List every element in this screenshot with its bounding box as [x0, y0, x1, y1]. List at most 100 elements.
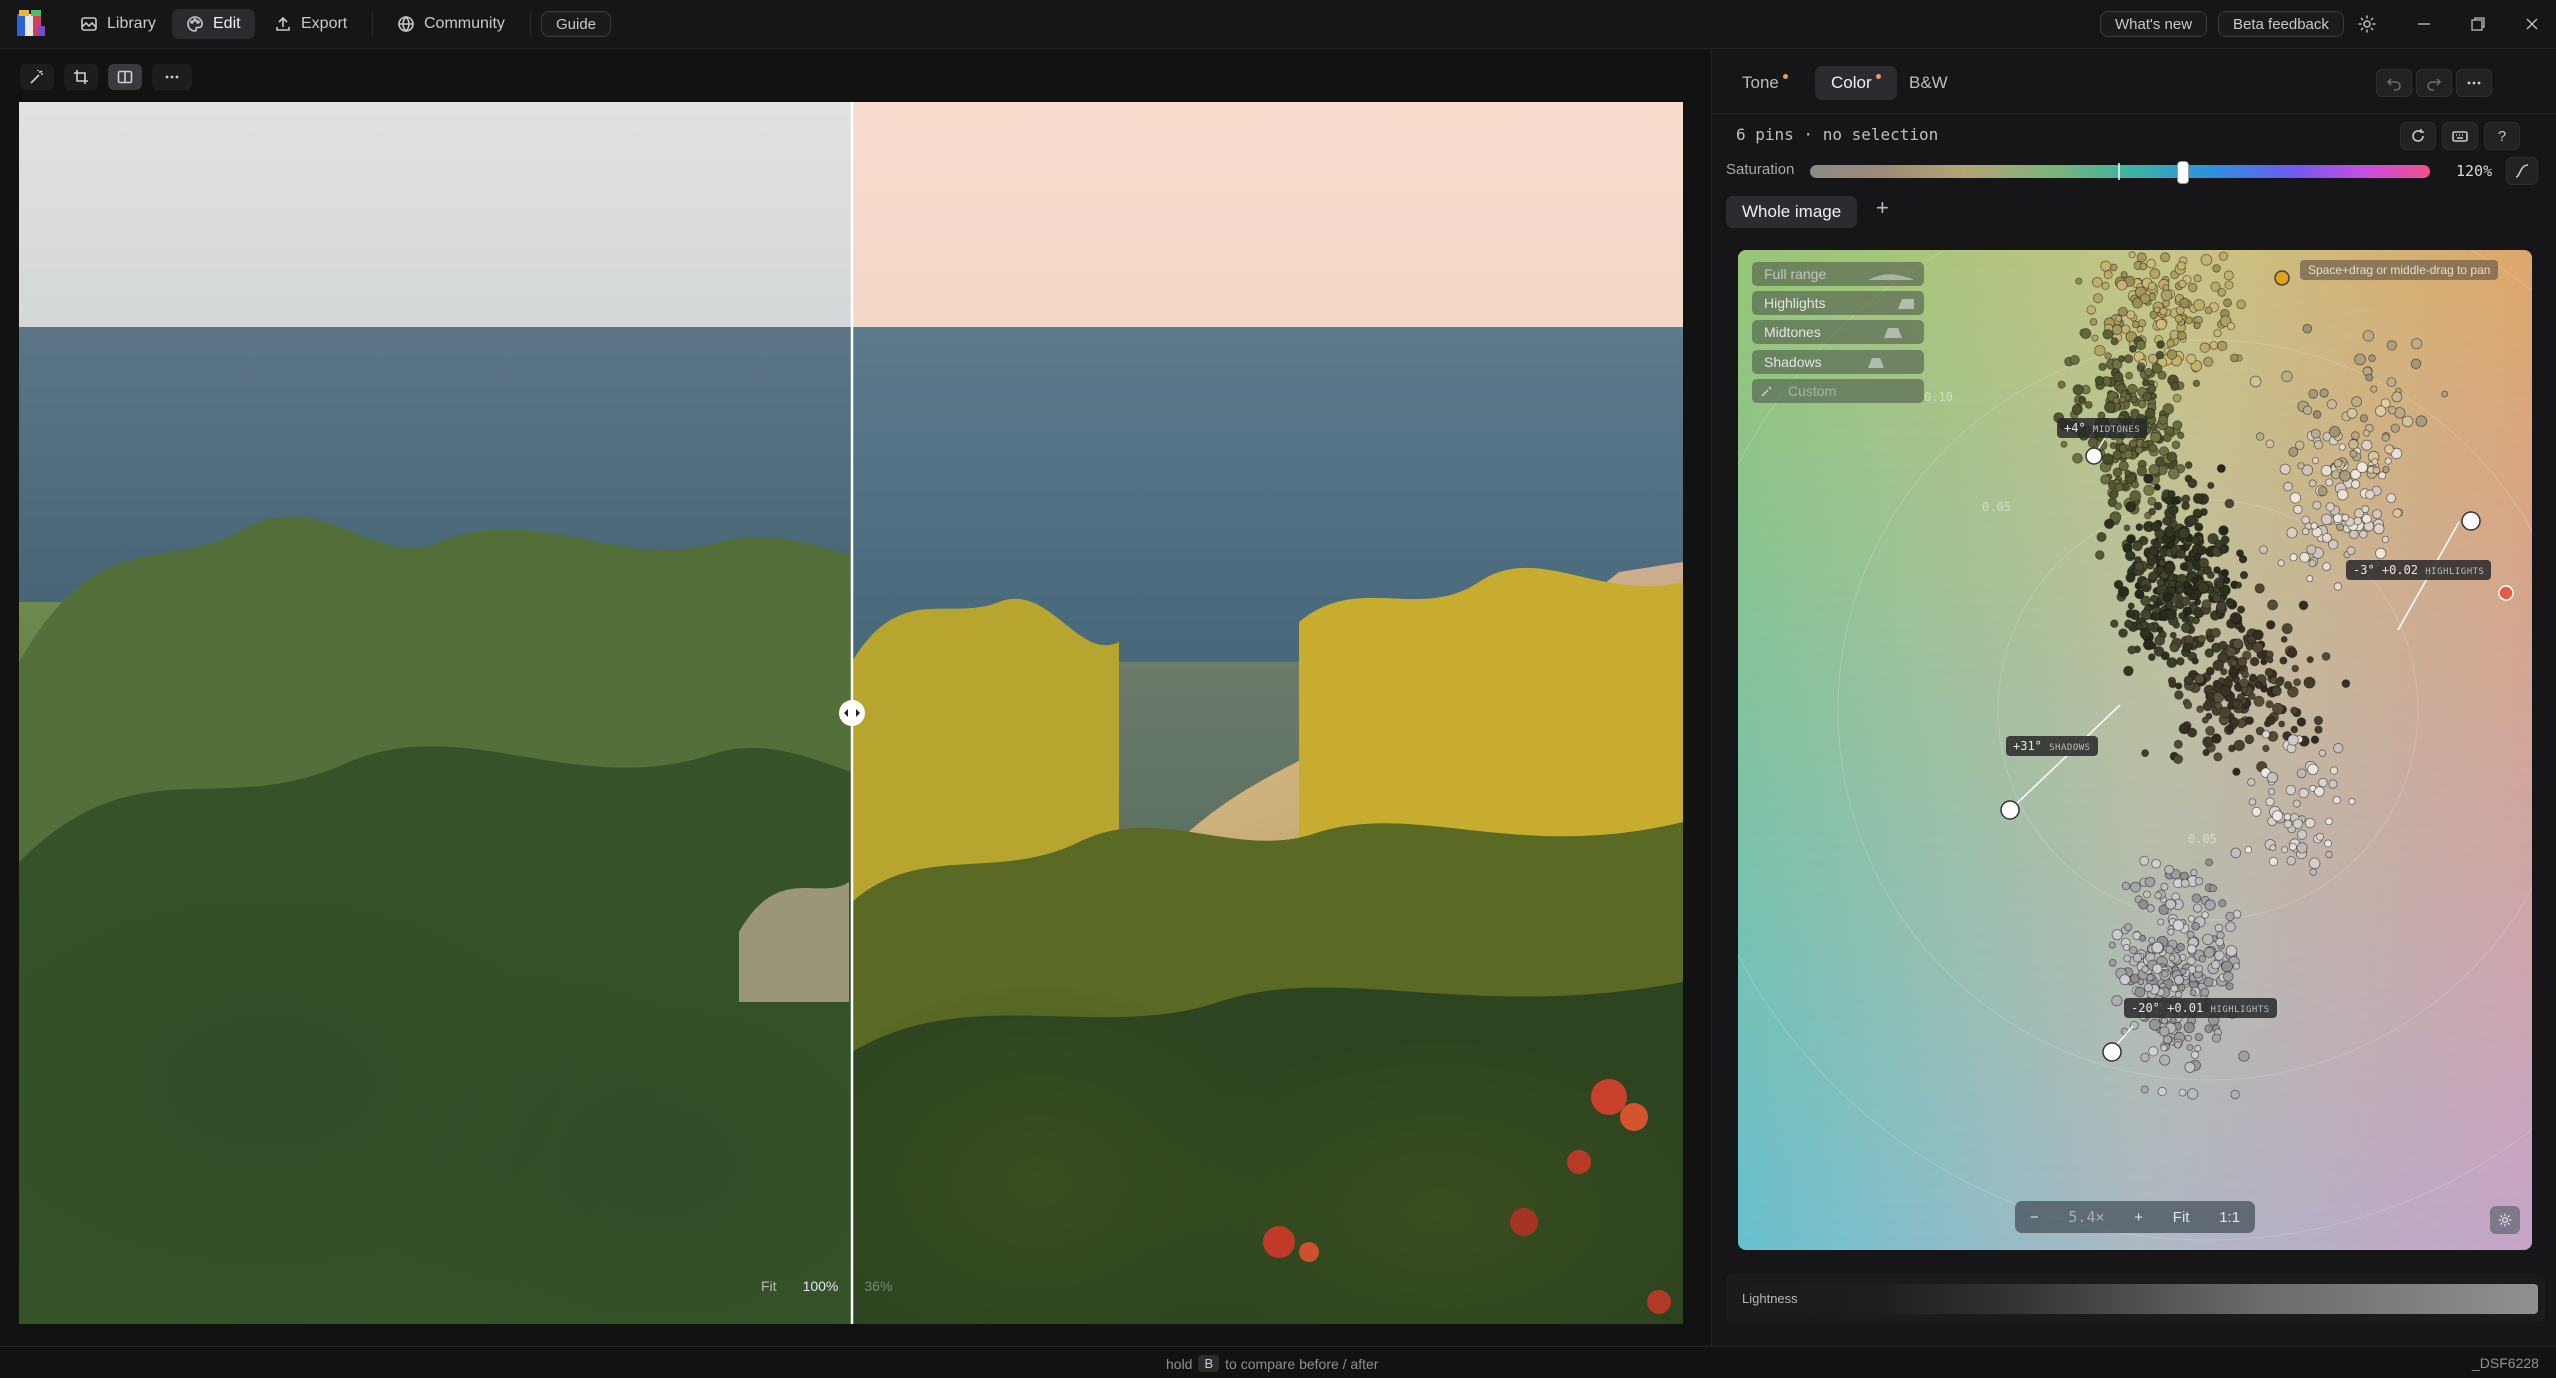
- saturation-thumb[interactable]: [2177, 161, 2189, 184]
- auto-enhance-tool[interactable]: [20, 64, 54, 90]
- viewer-zoom-100[interactable]: 100%: [803, 1278, 839, 1294]
- pixel-dot: [2217, 340, 2228, 352]
- pixel-dot: [2281, 623, 2293, 635]
- nav-library-button[interactable]: Library: [66, 9, 170, 39]
- pixel-dot: [2346, 407, 2358, 419]
- magic-wand-icon: [30, 70, 43, 84]
- tab-bw[interactable]: B&W: [1893, 66, 1964, 100]
- settings-button[interactable]: [2355, 12, 2379, 36]
- range-highlights[interactable]: Highlights: [1752, 291, 1924, 315]
- guide-button[interactable]: Guide: [541, 11, 612, 37]
- add-scope-button[interactable]: +: [1876, 195, 1889, 221]
- help-button[interactable]: ?: [2484, 122, 2520, 150]
- pixel-dot: [2127, 602, 2135, 610]
- pixel-dot: [2229, 612, 2242, 624]
- close-icon: [2526, 18, 2538, 30]
- saturation-slider[interactable]: [1810, 161, 2430, 184]
- pixel-dot: [2337, 488, 2349, 501]
- scope-whole-image-tab[interactable]: Whole image: [1726, 196, 1858, 228]
- pixel-dot: [2140, 1052, 2150, 1063]
- pixel-dot: [2252, 641, 2264, 654]
- pin-highlights-2[interactable]: [2102, 1042, 2122, 1062]
- viewer-zoom-36[interactable]: 36%: [864, 1278, 892, 1294]
- pin-shadows[interactable]: [2000, 800, 2020, 820]
- beta-feedback-button[interactable]: Beta feedback: [2218, 11, 2344, 37]
- pixel-dot: [2193, 321, 2201, 330]
- pixel-dot: [2148, 1046, 2159, 1057]
- undo-button[interactable]: [2376, 69, 2412, 97]
- pixel-dot: [2203, 976, 2214, 988]
- viewer-zoom-fit[interactable]: Fit: [761, 1278, 777, 1294]
- pixel-dot: [2306, 544, 2317, 555]
- wheel-zoom-in-button[interactable]: +: [2134, 1209, 2143, 1226]
- pixel-dot: [2410, 358, 2422, 370]
- pixel-dot: [2212, 264, 2221, 273]
- pixel-dot: [2180, 622, 2192, 634]
- pixel-dot: [2094, 345, 2106, 357]
- panel-more-button[interactable]: [2456, 69, 2492, 97]
- pixel-dot: [2384, 457, 2392, 465]
- pixel-dot: [2310, 735, 2320, 744]
- range-full[interactable]: Full range: [1752, 262, 1924, 286]
- wheel-zoom-out-button[interactable]: −: [2030, 1209, 2039, 1226]
- redo-button[interactable]: [2416, 69, 2452, 97]
- close-button[interactable]: [2520, 12, 2544, 36]
- pixel-dot: [2162, 433, 2172, 443]
- pixel-dot: [2149, 546, 2159, 556]
- pixel-dot: [2390, 423, 2400, 433]
- pixel-dot: [2237, 656, 2248, 667]
- nav-community-button[interactable]: Community: [383, 9, 519, 39]
- whats-new-button[interactable]: What's new: [2100, 11, 2208, 37]
- crop-tool[interactable]: [64, 64, 98, 90]
- wheel-zoom-1to1-button[interactable]: 1:1: [2219, 1209, 2240, 1226]
- pixel-dot: [2178, 1088, 2187, 1097]
- image-viewer[interactable]: Fit 100% 36%: [19, 102, 1683, 1324]
- pixel-dot: [2265, 700, 2274, 709]
- pixel-dot: [2117, 355, 2126, 363]
- pin-warm-yellow[interactable]: [2274, 270, 2290, 286]
- tab-color[interactable]: Color: [1815, 66, 1897, 100]
- pixel-dot: [2164, 600, 2174, 610]
- lightness-bar[interactable]: Lightness: [1732, 1284, 2538, 1314]
- pin-warm-red[interactable]: [2498, 585, 2514, 601]
- split-view-tool[interactable]: [108, 64, 142, 90]
- saturation-curve-button[interactable]: [2506, 157, 2538, 185]
- pixel-dot: [2333, 459, 2343, 468]
- saturation-label: Saturation: [1726, 161, 1795, 178]
- more-tools-button[interactable]: [152, 64, 192, 90]
- range-custom[interactable]: Custom: [1752, 379, 1924, 403]
- nav-edit-button[interactable]: Edit: [172, 9, 255, 39]
- keyboard-button[interactable]: [2442, 122, 2478, 150]
- reset-wheel-button[interactable]: [2400, 122, 2436, 150]
- pixel-dot: [2186, 1044, 2194, 1051]
- pixel-dot: [2351, 396, 2362, 408]
- color-wheel-canvas[interactable]: Full range Highlights Midtones Shadows C…: [1738, 250, 2532, 1250]
- nav-export-button[interactable]: Export: [260, 9, 361, 39]
- pixel-dot: [2203, 947, 2215, 959]
- pixel-dot: [2148, 507, 2156, 516]
- app-logo[interactable]: [15, 8, 47, 40]
- pixel-dot: [2254, 583, 2265, 594]
- range-shadows[interactable]: Shadows: [1752, 350, 1924, 374]
- tab-tone[interactable]: Tone: [1726, 66, 1804, 100]
- pixel-dot: [2225, 982, 2234, 991]
- wheel-settings-button[interactable]: [2490, 1206, 2520, 1234]
- pixel-dot: [2401, 415, 2414, 428]
- pin-tag: SHADOWS: [2049, 743, 2091, 753]
- pin-midtones[interactable]: [2085, 447, 2103, 465]
- pixel-dot: [2218, 899, 2227, 908]
- pixel-dot: [2169, 642, 2180, 653]
- split-handle[interactable]: [839, 700, 865, 726]
- wheel-zoom-fit-button[interactable]: Fit: [2173, 1209, 2190, 1226]
- pin-highlights-1[interactable]: [2461, 511, 2481, 531]
- pixel-dot: [2130, 408, 2140, 418]
- pixel-dot: [2160, 289, 2173, 301]
- pixel-dot: [2232, 638, 2244, 650]
- range-midtones[interactable]: Midtones: [1752, 320, 1924, 344]
- pixel-dot: [2135, 523, 2144, 532]
- minimize-button[interactable]: [2412, 12, 2436, 36]
- maximize-button[interactable]: [2466, 12, 2490, 36]
- pixel-dot: [2183, 701, 2193, 710]
- pixel-dot: [2194, 673, 2205, 684]
- pixel-dot: [2213, 539, 2223, 549]
